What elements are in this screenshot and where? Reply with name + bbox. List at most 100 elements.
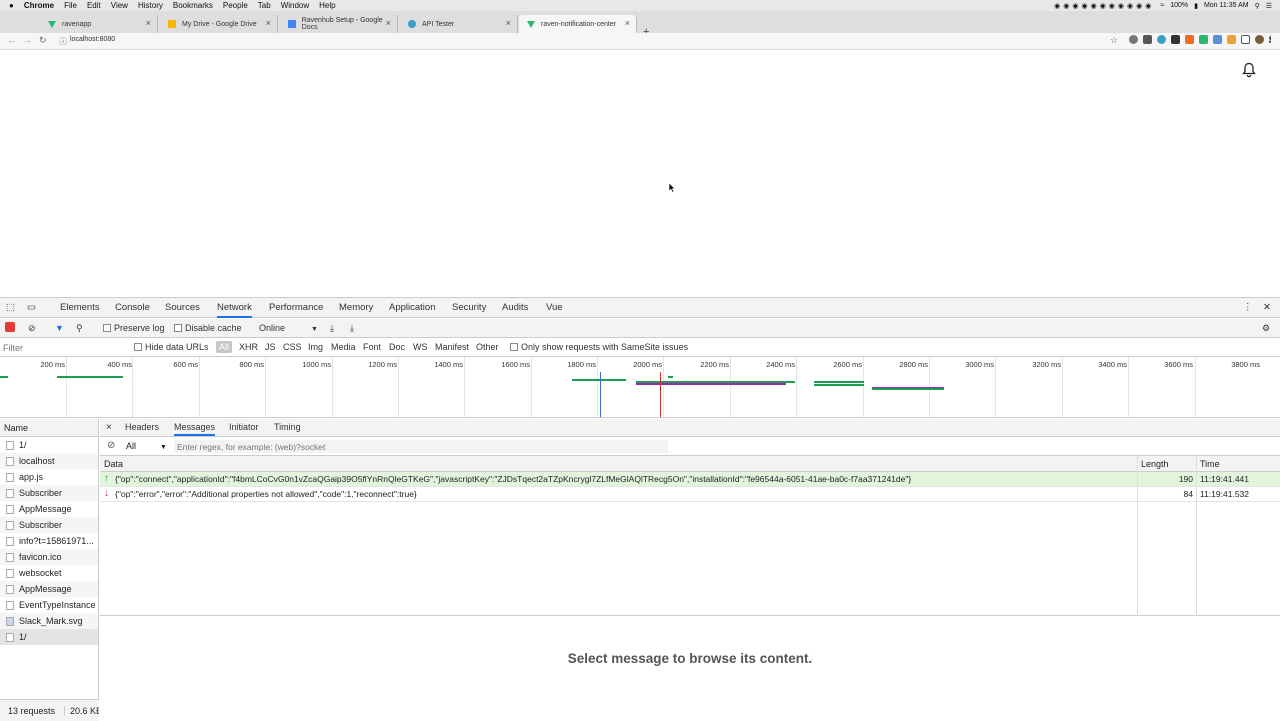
tab-vue[interactable]: Vue bbox=[546, 302, 563, 313]
back-icon[interactable]: ← bbox=[7, 35, 16, 45]
more-options-icon[interactable]: ⋮ bbox=[1243, 302, 1253, 313]
settings-gear-icon[interactable]: ⚙ bbox=[1262, 323, 1270, 334]
menu-file[interactable]: File bbox=[64, 1, 77, 10]
tab-network[interactable]: Network bbox=[217, 302, 252, 318]
tab-headers[interactable]: Headers bbox=[125, 422, 159, 432]
samesite-checkbox[interactable]: Only show requests with SameSite issues bbox=[510, 342, 688, 352]
extension-icon[interactable] bbox=[1213, 35, 1222, 44]
extension-icon[interactable] bbox=[1227, 35, 1236, 44]
tab-messages[interactable]: Messages bbox=[174, 422, 216, 436]
column-divider[interactable] bbox=[1137, 456, 1138, 616]
inspect-element-icon[interactable]: ⬚ bbox=[6, 302, 15, 313]
tab-application[interactable]: Application bbox=[389, 302, 435, 313]
extension-icon[interactable] bbox=[1171, 35, 1180, 44]
cast-icon[interactable] bbox=[1241, 35, 1250, 44]
filter-type-doc[interactable]: Doc bbox=[389, 342, 405, 352]
request-row[interactable]: Slack_Mark.svg bbox=[0, 613, 98, 629]
close-detail-icon[interactable]: × bbox=[106, 422, 112, 433]
message-row-sent[interactable]: ↑ {"op":"connect","applicationId":"f4bmL… bbox=[100, 472, 1280, 487]
disable-cache-checkbox[interactable]: Disable cache bbox=[174, 323, 242, 333]
column-divider[interactable] bbox=[1196, 456, 1197, 616]
tab-security[interactable]: Security bbox=[452, 302, 486, 313]
request-row[interactable]: Subscriber bbox=[0, 485, 98, 501]
tab-memory[interactable]: Memory bbox=[339, 302, 373, 313]
notification-bell-icon[interactable] bbox=[1241, 62, 1257, 78]
message-type-select[interactable]: All ▼ bbox=[126, 441, 167, 451]
extension-icon[interactable] bbox=[1143, 35, 1152, 44]
wifi-icon[interactable]: ≈ bbox=[1160, 2, 1164, 9]
message-row-received[interactable]: ↓ {"op":"error","error":"Additional prop… bbox=[100, 487, 1280, 502]
info-icon[interactable]: ⓘ bbox=[59, 36, 67, 47]
menu-chrome[interactable]: Chrome bbox=[24, 1, 54, 10]
menu-window[interactable]: Window bbox=[281, 1, 309, 10]
profile-avatar[interactable] bbox=[1255, 35, 1264, 44]
close-icon[interactable]: × bbox=[146, 18, 151, 28]
chrome-menu-icon[interactable] bbox=[1269, 35, 1272, 44]
filter-type-all[interactable]: All bbox=[216, 341, 233, 353]
filter-icon[interactable]: ▼ bbox=[55, 323, 64, 333]
menu-history[interactable]: History bbox=[138, 1, 163, 10]
request-row[interactable]: websocket bbox=[0, 565, 98, 581]
menu-help[interactable]: Help bbox=[319, 1, 335, 10]
record-icon[interactable] bbox=[5, 322, 15, 332]
name-column-header[interactable]: Name bbox=[0, 419, 98, 437]
browser-tab[interactable]: My Drive - Google Drive × bbox=[160, 15, 278, 33]
request-row[interactable]: Subscriber bbox=[0, 517, 98, 533]
filter-type-ws[interactable]: WS bbox=[413, 342, 428, 352]
menu-people[interactable]: People bbox=[223, 1, 248, 10]
tab-console[interactable]: Console bbox=[115, 302, 150, 313]
list-icon[interactable]: ☰ bbox=[1266, 2, 1272, 10]
request-row[interactable]: AppMessage bbox=[0, 581, 98, 597]
extension-icon[interactable] bbox=[1185, 35, 1194, 44]
column-header-length[interactable]: Length bbox=[1141, 459, 1169, 469]
reload-icon[interactable]: ↻ bbox=[39, 35, 47, 46]
browser-tab[interactable]: Ravenhub Setup - Google Docs × bbox=[280, 15, 398, 33]
clear-icon[interactable]: ⊘ bbox=[28, 323, 36, 334]
request-row[interactable]: 1/ bbox=[0, 437, 98, 453]
browser-tab-active[interactable]: raven-notification-center × bbox=[519, 15, 637, 33]
filter-type-js[interactable]: JS bbox=[265, 342, 276, 352]
bookmark-star-icon[interactable]: ☆ bbox=[1110, 35, 1118, 46]
tab-initiator[interactable]: Initiator bbox=[229, 422, 259, 432]
hide-data-urls-checkbox[interactable]: Hide data URLs bbox=[134, 342, 209, 352]
export-har-icon[interactable]: ⤓ bbox=[350, 323, 354, 334]
menu-view[interactable]: View bbox=[111, 1, 128, 10]
filter-type-img[interactable]: Img bbox=[308, 342, 323, 352]
tab-performance[interactable]: Performance bbox=[269, 302, 323, 313]
url-field[interactable]: localhost:8080 bbox=[70, 36, 115, 43]
close-icon[interactable]: × bbox=[386, 18, 391, 28]
browser-tab[interactable]: API Tester × bbox=[400, 15, 518, 33]
forward-icon[interactable]: → bbox=[23, 35, 32, 45]
request-row[interactable]: app.js bbox=[0, 469, 98, 485]
message-regex-input[interactable] bbox=[174, 440, 668, 453]
column-header-time[interactable]: Time bbox=[1200, 459, 1220, 469]
battery-icon[interactable]: ▮ bbox=[1194, 2, 1198, 10]
search-icon[interactable]: ⚲ bbox=[76, 323, 83, 334]
extension-icon[interactable] bbox=[1199, 35, 1208, 44]
request-row[interactable]: localhost bbox=[0, 453, 98, 469]
extension-icon[interactable] bbox=[1157, 35, 1166, 44]
clock[interactable]: Mon 11:35 AM bbox=[1204, 2, 1249, 9]
filter-type-css[interactable]: CSS bbox=[283, 342, 302, 352]
filter-type-other[interactable]: Other bbox=[476, 342, 499, 352]
filter-type-xhr[interactable]: XHR bbox=[239, 342, 258, 352]
request-row[interactable]: EventTypeInstance bbox=[0, 597, 98, 613]
tab-timing[interactable]: Timing bbox=[274, 422, 301, 432]
close-icon[interactable]: × bbox=[625, 18, 630, 28]
extension-icon[interactable] bbox=[1129, 35, 1138, 44]
request-row[interactable]: AppMessage bbox=[0, 501, 98, 517]
throttle-select[interactable]: Online ▼ bbox=[259, 323, 318, 333]
apple-icon[interactable]: ● bbox=[9, 1, 14, 10]
network-overview-timeline[interactable]: 200 ms 400 ms 600 ms 800 ms 1000 ms 1200… bbox=[0, 357, 1280, 418]
battery-label[interactable]: 100% bbox=[1170, 2, 1188, 9]
clear-messages-icon[interactable]: ⊘ bbox=[107, 440, 115, 451]
request-row[interactable]: info?t=15861971... bbox=[0, 533, 98, 549]
browser-tab[interactable]: ravenapp × bbox=[40, 15, 158, 33]
menu-edit[interactable]: Edit bbox=[87, 1, 101, 10]
status-icons[interactable]: ◉◉◉◉◉◉◉◉◉◉◉ bbox=[1054, 2, 1154, 10]
request-row-selected[interactable]: 1/ bbox=[0, 629, 98, 645]
filter-type-manifest[interactable]: Manifest bbox=[435, 342, 469, 352]
import-har-icon[interactable]: ⤓ bbox=[330, 323, 334, 334]
request-row[interactable]: favicon.ico bbox=[0, 549, 98, 565]
close-devtools-icon[interactable]: ✕ bbox=[1263, 302, 1271, 313]
